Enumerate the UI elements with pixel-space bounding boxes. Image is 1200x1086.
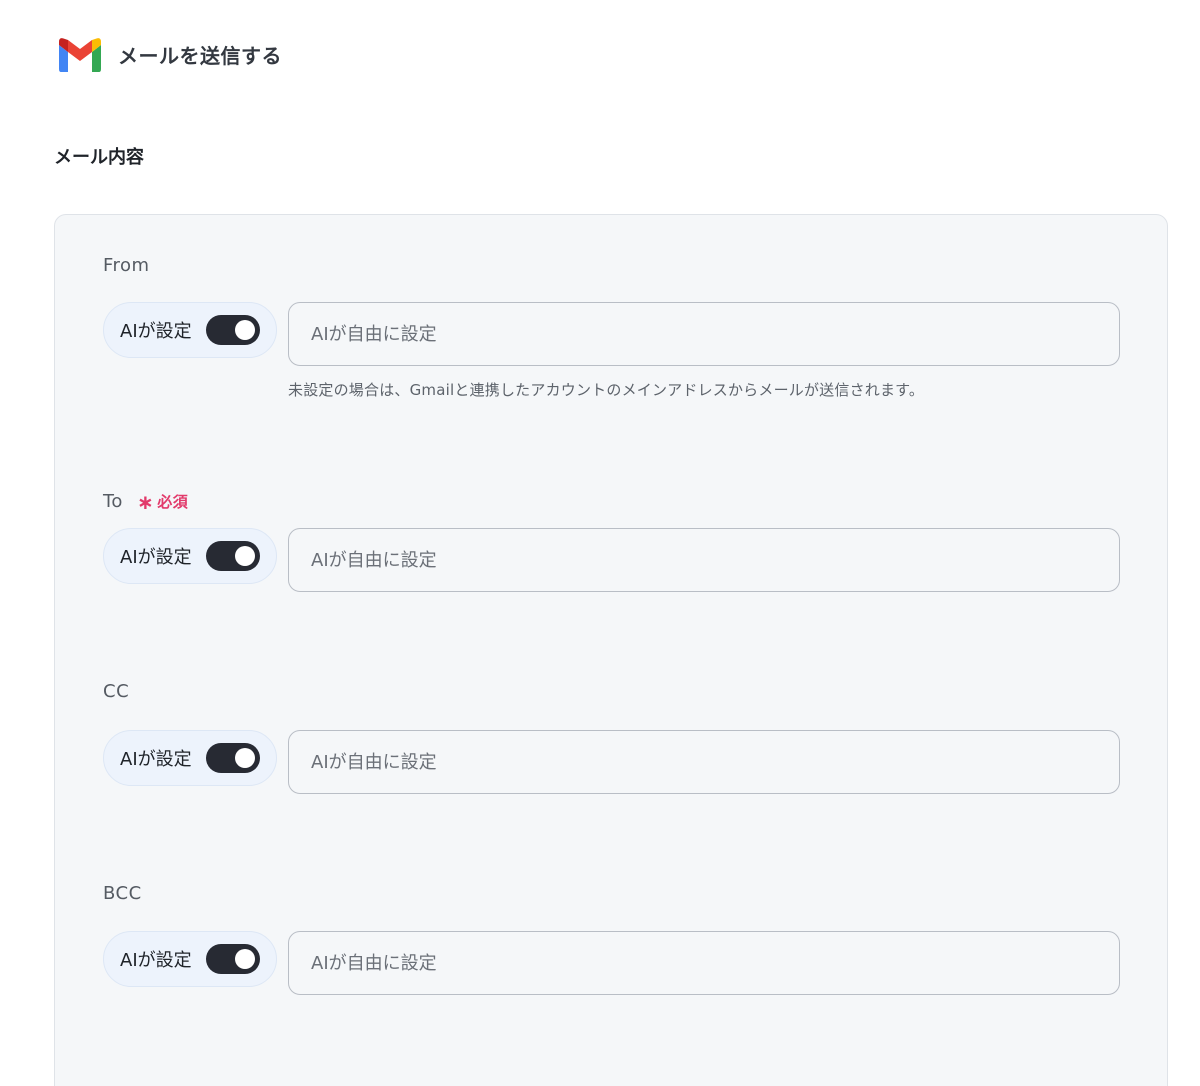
ai-setting-chip[interactable]: AIが設定 — [103, 302, 277, 358]
bcc-field: BCC AIが設定 — [103, 883, 1121, 1003]
cc-label: CC — [103, 681, 130, 702]
field-label: To ∗ 必須 — [103, 491, 188, 512]
ai-setting-chip[interactable]: AIが設定 — [103, 730, 277, 786]
field-label: BCC — [103, 883, 142, 904]
to-input[interactable] — [288, 528, 1120, 592]
section-title: メール内容 — [54, 147, 144, 168]
cc-input[interactable] — [288, 730, 1120, 794]
ai-setting-toggle[interactable] — [206, 315, 260, 345]
to-label: To — [103, 491, 123, 512]
from-input[interactable] — [288, 302, 1120, 366]
toggle-knob — [235, 949, 255, 969]
from-field: From AIが設定 未設定の場合は、Gmailと連携したアカウントのメインアド… — [103, 255, 1121, 405]
bcc-input[interactable] — [288, 931, 1120, 995]
ai-setting-label: AIが設定 — [120, 547, 192, 568]
toggle-knob — [235, 748, 255, 768]
to-field: To ∗ 必須 AIが設定 — [103, 491, 1121, 611]
required-badge: ∗ 必須 — [137, 491, 188, 512]
toggle-knob — [235, 320, 255, 340]
cc-field: CC AIが設定 — [103, 681, 1121, 801]
required-label: 必須 — [157, 493, 189, 511]
bcc-label: BCC — [103, 883, 142, 904]
toggle-knob — [235, 546, 255, 566]
header: メールを送信する — [58, 36, 282, 72]
ai-setting-label: AIが設定 — [120, 749, 192, 770]
page: メールを送信する メール内容 From AIが設定 未設定の場合は、Gmailと… — [0, 0, 1200, 1086]
gmail-icon — [59, 38, 101, 72]
ai-setting-label: AIが設定 — [120, 950, 192, 971]
ai-setting-chip[interactable]: AIが設定 — [103, 931, 277, 987]
ai-setting-chip[interactable]: AIが設定 — [103, 528, 277, 584]
from-hint: 未設定の場合は、Gmailと連携したアカウントのメインアドレスからメールが送信さ… — [288, 381, 925, 399]
page-title: メールを送信する — [118, 43, 282, 68]
from-label: From — [103, 255, 150, 276]
required-star-icon: ∗ — [136, 489, 155, 514]
mail-content-panel: From AIが設定 未設定の場合は、Gmailと連携したアカウントのメインアド… — [54, 214, 1168, 1086]
field-label: CC — [103, 681, 129, 702]
ai-setting-label: AIが設定 — [120, 321, 192, 342]
ai-setting-toggle[interactable] — [206, 541, 260, 571]
field-label: From — [103, 255, 150, 276]
ai-setting-toggle[interactable] — [206, 944, 260, 974]
ai-setting-toggle[interactable] — [206, 743, 260, 773]
